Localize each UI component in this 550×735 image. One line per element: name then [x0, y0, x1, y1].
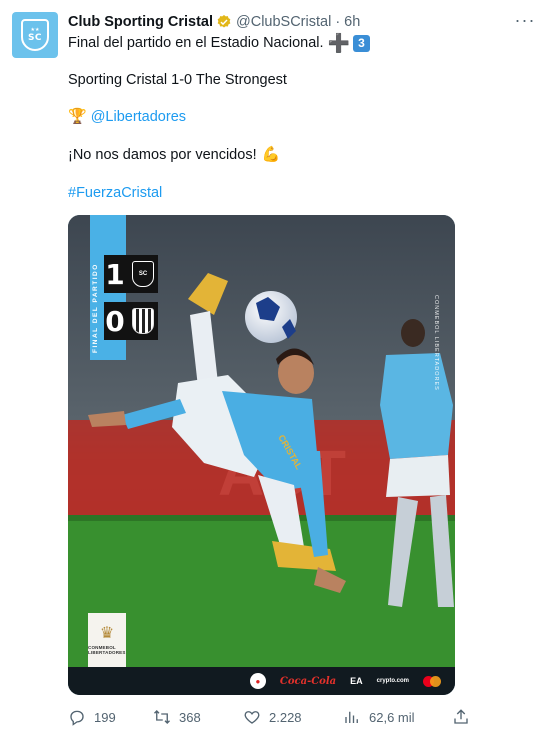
- mastercard-icon: [423, 675, 441, 687]
- like-icon: [244, 711, 260, 724]
- match-summary-text: Final del partido en el Estadio Nacional…: [68, 35, 324, 51]
- sporting-cristal-crest-icon: SC: [132, 261, 154, 287]
- views-count: 62,6 mil: [369, 709, 415, 725]
- side-vertical-text: CONMEBOL LIBERTADORES: [433, 295, 439, 391]
- sponsor-bar: ● Coca-Cola EA crypto.com: [68, 667, 455, 695]
- flexed-biceps-emoji-icon: 💪: [261, 146, 281, 163]
- home-score-box: 1 SC: [104, 255, 158, 293]
- action-bar: 199 368 2.228 62,6 mil: [68, 707, 468, 727]
- share-icon: [454, 709, 468, 724]
- share-button[interactable]: [452, 707, 478, 727]
- more-icon[interactable]: ···: [514, 10, 536, 30]
- hashtag-link[interactable]: #FuerzaCristal: [68, 183, 162, 203]
- home-score: 1: [105, 257, 125, 291]
- separator-dot: ·: [335, 14, 341, 30]
- club-crest-icon: ★★ SC: [21, 19, 49, 51]
- reply-icon: [70, 710, 84, 726]
- avatar[interactable]: ★★ SC: [12, 12, 58, 58]
- views-icon: [345, 711, 358, 723]
- retweet-button[interactable]: 368: [153, 707, 201, 727]
- views-button[interactable]: 62,6 mil: [343, 707, 415, 727]
- retweet-count: 368: [179, 709, 201, 725]
- tweet[interactable]: ★★ SC Club Sporting Cristal @ClubSCrista…: [0, 0, 550, 735]
- like-button[interactable]: 2.228: [243, 707, 302, 727]
- plus-emoji-icon: ➕: [327, 33, 350, 53]
- author-handle[interactable]: @ClubSCristal: [236, 14, 331, 30]
- trophy-cup-icon: ♛: [99, 624, 115, 642]
- the-strongest-crest-icon: [132, 308, 154, 334]
- tweet-media-image[interactable]: AST CRISTAL: [68, 215, 455, 695]
- away-score-box: 0: [104, 302, 158, 340]
- reply-button[interactable]: 199: [68, 707, 116, 727]
- score-text: Sporting Cristal 1-0 The Strongest: [68, 72, 287, 88]
- motivation-text: ¡No nos damos por vencidos!: [68, 147, 257, 163]
- tweet-text-line-4: ¡No nos damos por vencidos! 💪: [68, 145, 280, 165]
- away-score: 0: [105, 304, 125, 338]
- sponsor-circle-icon: ●: [249, 673, 266, 689]
- verified-badge-icon: [217, 15, 231, 28]
- reply-count: 199: [94, 709, 116, 725]
- tweet-time[interactable]: 6h: [344, 14, 360, 30]
- sponsor-ea: EA: [350, 676, 363, 686]
- tweet-text-line-1: Final del partido en el Estadio Nacional…: [68, 33, 370, 53]
- badge-text: CONMEBOL LIBERTADORES: [88, 644, 126, 655]
- retweet-icon: [154, 710, 170, 724]
- tweet-text-line-3: 🏆 @Libertadores: [68, 107, 186, 127]
- sponsor-coca-cola: Coca-Cola: [279, 675, 337, 687]
- keycap-three-emoji-icon: 3: [352, 34, 370, 52]
- libertadores-badge: ♛ CONMEBOL LIBERTADORES: [88, 613, 126, 667]
- libertadores-mention-link[interactable]: @Libertadores: [91, 107, 186, 127]
- trophy-emoji-icon: 🏆: [68, 108, 87, 125]
- sponsor-crypto: crypto.com: [376, 678, 409, 684]
- like-count: 2.228: [269, 709, 302, 725]
- tweet-header: Club Sporting Cristal @ClubSCristal · 6h: [68, 12, 360, 32]
- author-name[interactable]: Club Sporting Cristal: [68, 14, 213, 30]
